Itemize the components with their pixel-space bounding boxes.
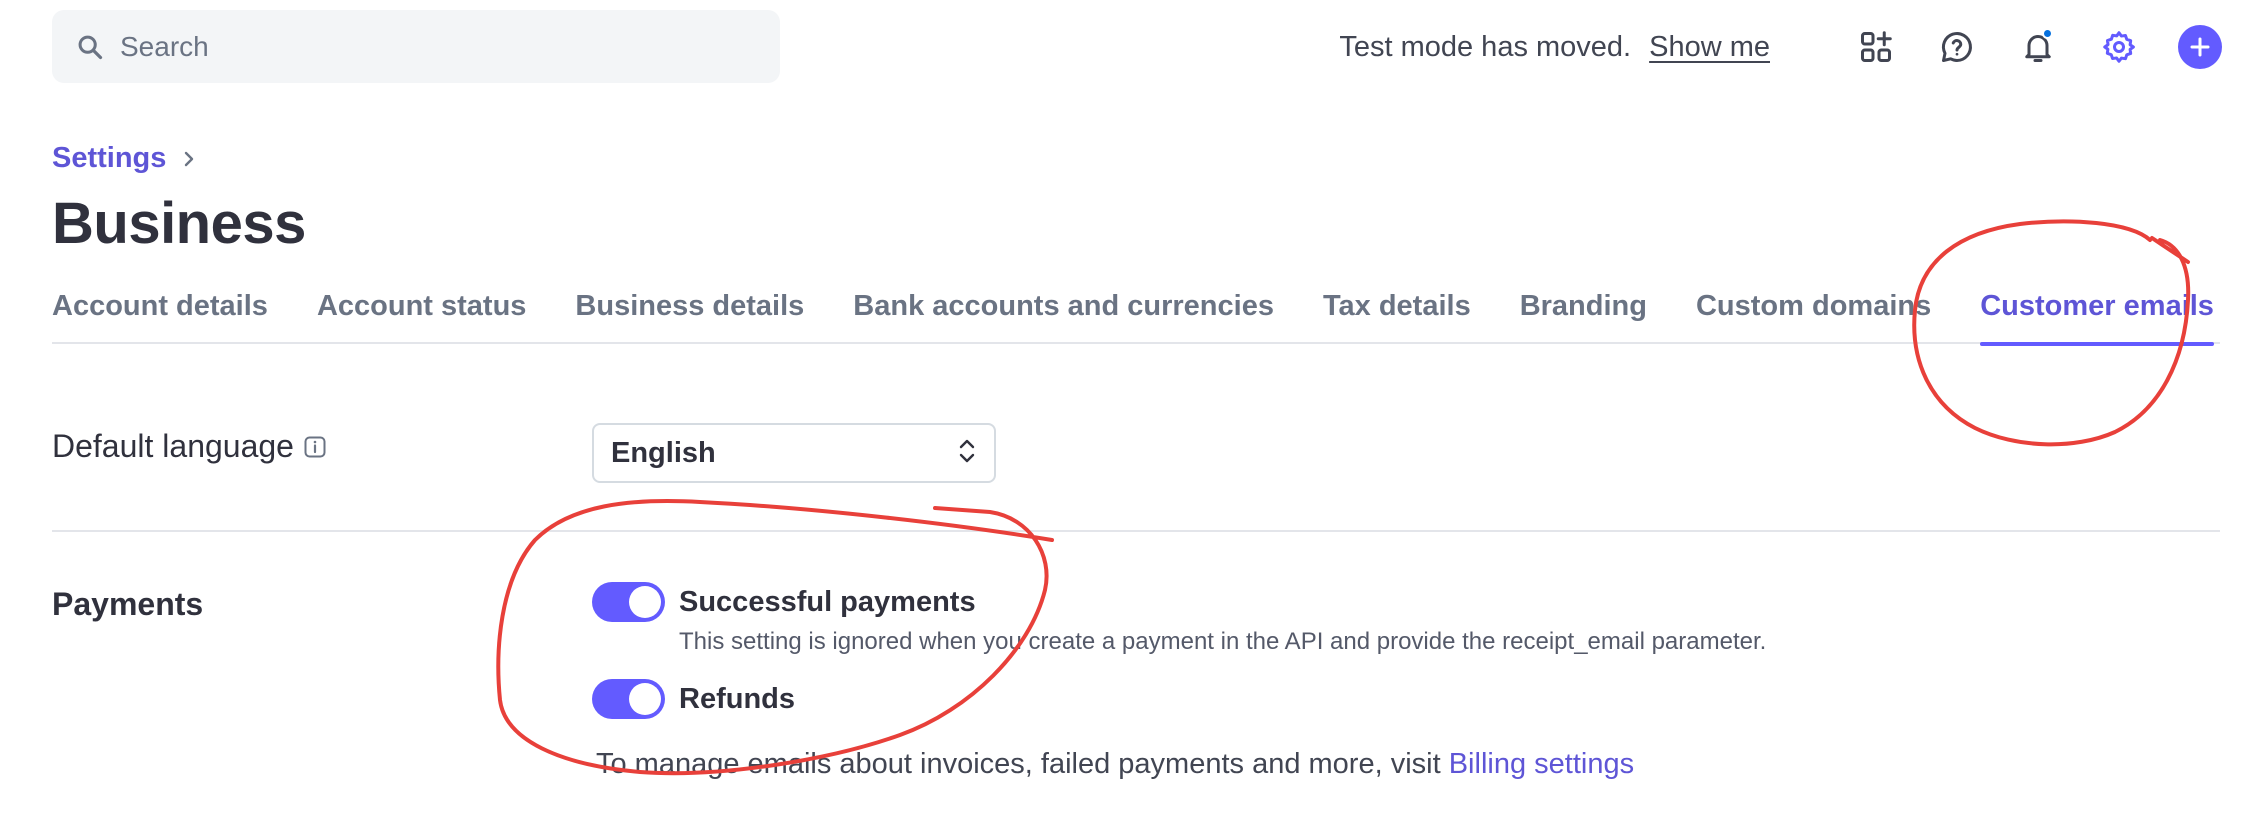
successful-payments-toggle[interactable] — [592, 582, 665, 622]
breadcrumb-settings-link[interactable]: Settings — [52, 142, 166, 175]
tab-tax-details[interactable]: Tax details — [1323, 280, 1471, 344]
info-icon[interactable] — [304, 436, 326, 458]
show-me-link[interactable]: Show me — [1649, 31, 1770, 64]
tab-custom-domains[interactable]: Custom domains — [1696, 280, 1931, 344]
tab-branding[interactable]: Branding — [1520, 280, 1647, 344]
breadcrumb: Settings — [52, 142, 196, 175]
refunds-label: Refunds — [679, 683, 795, 715]
refunds-toggle[interactable] — [592, 679, 665, 719]
refunds-option: Refunds — [592, 679, 795, 719]
toggle-knob — [629, 586, 661, 618]
tab-business-details[interactable]: Business details — [575, 280, 804, 344]
default-language-row-label: Default language — [52, 428, 326, 465]
search-bar[interactable]: Search — [52, 10, 780, 83]
toggle-knob — [629, 683, 661, 715]
language-select[interactable]: English — [592, 423, 996, 483]
top-toolbar: Test mode has moved. Show me — [1339, 14, 2222, 80]
tab-customer-emails[interactable]: Customer emails — [1980, 280, 2214, 346]
red-annotation-overlay — [496, 219, 2191, 776]
search-icon — [76, 33, 104, 61]
successful-payments-label: Successful payments — [679, 586, 976, 618]
chevron-right-icon — [182, 149, 196, 169]
plus-icon — [2190, 37, 2210, 57]
payments-section-label: Payments — [52, 586, 204, 622]
page-title: Business — [52, 191, 306, 256]
apps-add-icon[interactable] — [1857, 28, 1895, 66]
chevron-updown-icon — [958, 437, 976, 470]
help-icon[interactable] — [1938, 28, 1976, 66]
gear-icon[interactable] — [2100, 28, 2138, 66]
section-divider — [52, 530, 2220, 532]
successful-payments-description: This setting is ignored when you create … — [679, 628, 1767, 655]
settings-tabs: Account details Account status Business … — [52, 280, 2220, 346]
language-select-value: English — [611, 436, 716, 469]
tab-bank-accounts[interactable]: Bank accounts and currencies — [853, 280, 1274, 344]
default-language-label: Default language — [52, 428, 294, 464]
notification-dot — [2042, 28, 2053, 39]
billing-note: To manage emails about invoices, failed … — [596, 748, 1634, 781]
successful-payments-option: Successful payments This setting is igno… — [592, 582, 1766, 656]
bell-icon[interactable] — [2019, 28, 2057, 66]
tab-account-status[interactable]: Account status — [317, 280, 526, 344]
billing-settings-link[interactable]: Billing settings — [1449, 748, 1634, 780]
test-mode-notice: Test mode has moved. — [1339, 30, 1632, 63]
billing-note-text: To manage emails about invoices, failed … — [596, 748, 1449, 780]
tab-account-details[interactable]: Account details — [52, 280, 268, 344]
search-input[interactable]: Search — [120, 31, 209, 63]
create-button[interactable] — [2178, 25, 2222, 69]
